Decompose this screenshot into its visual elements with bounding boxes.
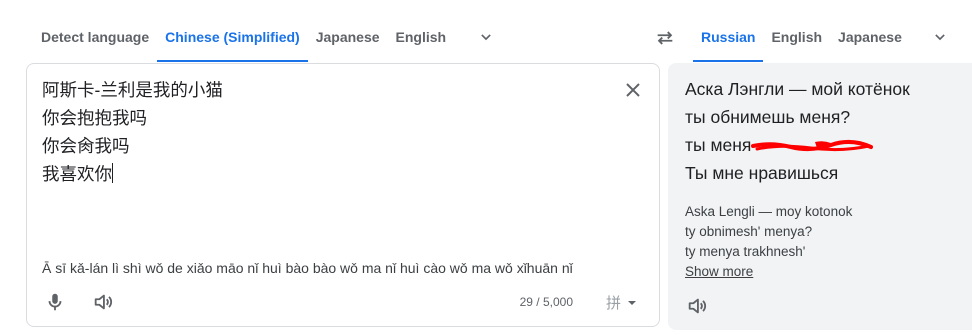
- source-transliteration: Ā sī kǎ-lán lì shì wǒ de xiǎo māo nǐ huì…: [42, 260, 573, 276]
- microphone-button[interactable]: [37, 284, 73, 320]
- translation-output: Аска Лэнгли — мой котёнок ты обнимешь ме…: [685, 75, 910, 187]
- source-line: 你会抱抱我吗: [42, 108, 147, 128]
- target-language-bar: Russian English Japanese: [693, 14, 972, 62]
- caret-down-icon: [628, 300, 636, 305]
- source-text-panel[interactable]: 阿斯卡-兰利是我的小猫 你会抱抱我吗 你会肏我吗 我喜欢你 Ā sī kǎ-lá…: [26, 63, 660, 327]
- source-line: 我喜欢你: [42, 164, 112, 184]
- translation-line: ты обнимешь меня?: [685, 107, 851, 127]
- ime-pinyin-icon: 拼: [605, 295, 621, 312]
- transliteration-line: ty obnimesh' menya?: [685, 224, 813, 239]
- tab-target-japanese[interactable]: Japanese: [830, 14, 910, 62]
- translation-listen-button[interactable]: [679, 288, 715, 324]
- target-more-languages-button[interactable]: [922, 14, 958, 60]
- microphone-icon: [48, 293, 62, 311]
- translation-line: Аска Лэнгли — мой котёнок: [685, 79, 910, 99]
- clear-text-button[interactable]: [621, 78, 645, 102]
- source-language-bar: Detect language Chinese (Simplified) Jap…: [28, 14, 648, 62]
- source-listen-button[interactable]: [85, 284, 121, 320]
- swap-languages-button[interactable]: [650, 24, 680, 52]
- tab-detect-language[interactable]: Detect language: [28, 14, 157, 62]
- tab-chinese-simplified[interactable]: Chinese (Simplified): [157, 14, 308, 62]
- input-tools-button[interactable]: 拼: [606, 292, 637, 313]
- source-footer: 29 / 5,000 拼: [27, 280, 659, 326]
- translation-panel: Аска Лэнгли — мой котёнок ты обнимешь ме…: [668, 63, 972, 330]
- tab-english[interactable]: English: [388, 14, 455, 62]
- tab-target-english[interactable]: English: [763, 14, 830, 62]
- speaker-icon: [688, 298, 707, 314]
- speaker-icon: [94, 294, 113, 310]
- source-line: 阿斯卡-兰利是我的小猫: [42, 80, 223, 100]
- tab-russian[interactable]: Russian: [693, 14, 764, 62]
- close-icon: [626, 83, 640, 97]
- transliteration-line: ty menya trakhnesh': [685, 244, 806, 259]
- character-counter: 29 / 5,000: [519, 295, 573, 309]
- transliteration-line: Aska Lengli — moy kotonok: [685, 204, 853, 219]
- translation-line: ты меня: [685, 135, 752, 155]
- text-cursor: [112, 163, 113, 183]
- swap-arrows-icon: [657, 31, 673, 45]
- show-more-link[interactable]: Show more: [685, 262, 852, 282]
- chevron-down-icon: [935, 34, 945, 41]
- chevron-down-icon: [481, 34, 491, 41]
- tab-japanese[interactable]: Japanese: [308, 14, 388, 62]
- translation-transliteration: Aska Lengli — moy kotonok ty obnimesh' m…: [685, 202, 852, 282]
- translation-line: Ты мне нравишься: [685, 163, 839, 183]
- red-scribble-redaction: [751, 140, 874, 152]
- source-input[interactable]: 阿斯卡-兰利是我的小猫 你会抱抱我吗 你会肏我吗 我喜欢你: [42, 76, 223, 188]
- source-line: 你会肏我吗: [42, 136, 130, 156]
- source-more-languages-button[interactable]: [468, 14, 504, 60]
